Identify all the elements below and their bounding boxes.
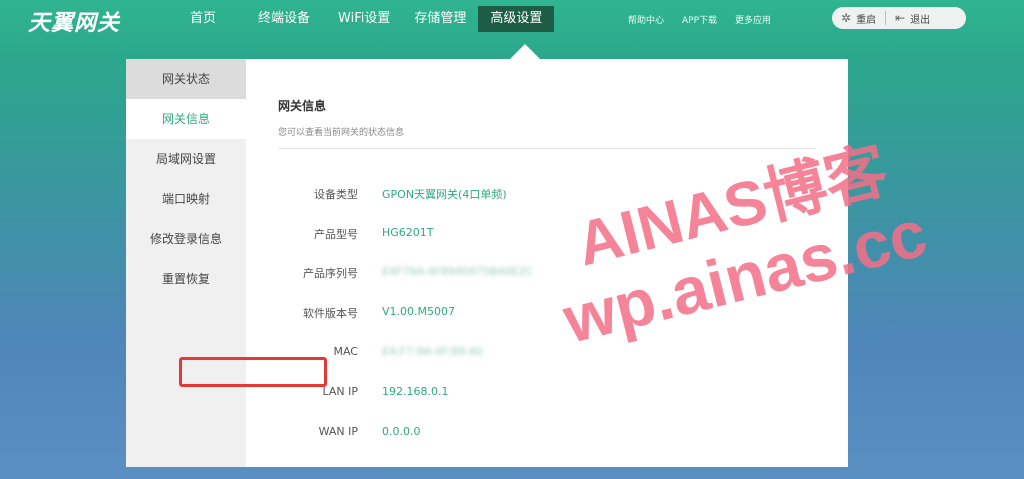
settings-panel: 网关状态 网关信息 局域网设置 端口映射 修改登录信息 重置恢复 网关信息 您可… (126, 59, 848, 467)
restart-label: 重启 (856, 14, 877, 26)
info-row-model: 产品型号 HG6201T (278, 226, 816, 246)
info-label: WAN IP (318, 425, 358, 438)
utility-links: 帮助中心 APP下载 更多应用 (628, 0, 789, 38)
account-actions: ✲ 重启 ⇤ 退出 (832, 7, 966, 29)
info-label: 设备类型 (314, 188, 358, 201)
restart-button[interactable]: ✲ 重启 (832, 7, 885, 29)
sidebar-item-gateway-info[interactable]: 网关信息 (126, 99, 246, 139)
page-subtitle: 您可以查看当前网关的状态信息 (278, 128, 405, 138)
info-value: HG6201T (382, 226, 434, 239)
info-row-software-version: 软件版本号 V1.00.M5007 (278, 305, 816, 325)
nav-advanced-settings[interactable]: 高级设置 (478, 6, 555, 32)
info-row-wan-ip: WAN IP 0.0.0.0 (278, 425, 816, 445)
info-row-lan-ip: LAN IP 192.168.0.1 (278, 385, 816, 405)
spinner-icon: ✲ (841, 11, 852, 25)
info-value: V1.00.M5007 (382, 305, 455, 318)
info-value: GPON天翼网关(4口单频) (382, 188, 507, 201)
info-label: 产品型号 (314, 228, 358, 241)
logout-button[interactable]: ⇤ 退出 (886, 7, 939, 29)
top-navigation-bar: 天翼网关 首页 终端设备 WiFi设置 存储管理 高级设置 帮助中心 APP下载… (0, 0, 1024, 38)
sidebar-item-gateway-status[interactable]: 网关状态 (126, 59, 246, 99)
info-value-blurred: E4:F7:9A:4F:89:40 (382, 345, 483, 358)
info-row-mac: MAC E4:F7:9A:4F:89:40 (278, 345, 816, 365)
nav-home[interactable]: 首页 (178, 6, 228, 32)
brand-logo[interactable]: 天翼网关 (28, 5, 120, 37)
sidebar-item-lan-settings[interactable]: 局域网设置 (126, 139, 246, 179)
help-center-link[interactable]: 帮助中心 (628, 13, 664, 26)
nav-wifi-settings[interactable]: WiFi设置 (326, 6, 402, 32)
sidebar-item-port-mapping[interactable]: 端口映射 (126, 179, 246, 219)
logout-label: 退出 (910, 14, 931, 26)
page-title: 网关信息 (278, 99, 327, 113)
info-label: 软件版本号 (303, 307, 358, 320)
more-apps-link[interactable]: 更多应用 (735, 13, 771, 26)
active-tab-pointer (510, 44, 540, 59)
info-row-serial: 产品序列号 E4F79A-4F8940475B40E2C (278, 265, 816, 285)
info-value: 0.0.0.0 (382, 425, 421, 438)
info-value: 192.168.0.1 (382, 385, 449, 398)
sidebar-item-login-info[interactable]: 修改登录信息 (126, 219, 246, 259)
divider (278, 148, 816, 149)
gateway-info-content: 网关信息 您可以查看当前网关的状态信息 设备类型 GPON天翼网关(4口单频) … (278, 59, 816, 467)
nav-storage[interactable]: 存储管理 (402, 6, 478, 32)
logout-icon: ⇤ (895, 11, 906, 25)
info-label: 产品序列号 (303, 267, 358, 280)
app-download-link[interactable]: APP下载 (682, 13, 717, 26)
sidebar: 网关状态 网关信息 局域网设置 端口映射 修改登录信息 重置恢复 (126, 59, 246, 467)
main-nav: 首页 终端设备 WiFi设置 存储管理 高级设置 (178, 0, 555, 38)
info-value-blurred: E4F79A-4F8940475B40E2C (382, 265, 534, 278)
sidebar-item-reset[interactable]: 重置恢复 (126, 259, 246, 299)
wan-ip-highlight-box (179, 357, 327, 387)
info-row-device-type: 设备类型 GPON天翼网关(4口单频) (278, 186, 816, 206)
nav-terminal-devices[interactable]: 终端设备 (246, 6, 322, 32)
